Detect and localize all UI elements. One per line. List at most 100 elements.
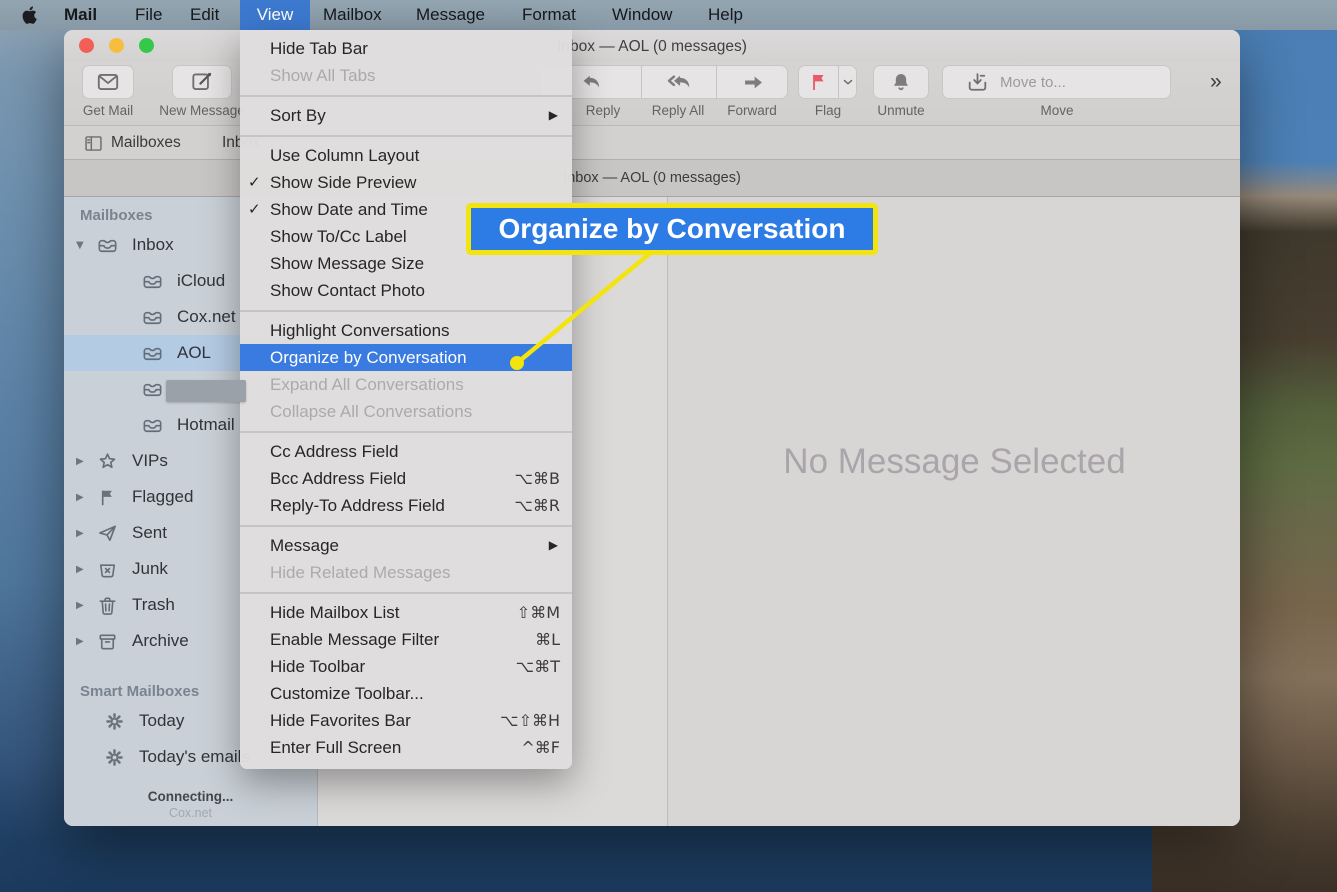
menu-item-bcc-address-field[interactable]: Bcc Address Field⌥⌘B: [240, 465, 572, 492]
menu-edit[interactable]: Edit: [190, 0, 219, 30]
zoom-button[interactable]: [139, 38, 154, 53]
menu-separator: [240, 304, 572, 317]
menu-item-expand-all-conversations: Expand All Conversations: [240, 371, 572, 398]
menu-item-label: Show All Tabs: [270, 66, 376, 85]
disclosure-closed-icon[interactable]: ▶: [76, 600, 90, 611]
menu-item-message[interactable]: Message ▶: [240, 532, 572, 559]
menu-item-label: Cc Address Field: [270, 442, 399, 461]
flag-label: Flag: [815, 103, 841, 118]
sidebar-item-label: VIPs: [132, 451, 168, 471]
menu-item-show-contact-photo[interactable]: Show Contact Photo: [240, 277, 572, 304]
forward-button[interactable]: [717, 66, 789, 98]
menu-item-label: Enable Message Filter: [270, 630, 439, 649]
unmute-label: Unmute: [877, 103, 924, 118]
menu-view[interactable]: View: [240, 0, 310, 30]
menu-item-label: Expand All Conversations: [270, 375, 464, 394]
inbox-tray-icon: [141, 270, 164, 293]
sidebar-item-label: Trash: [132, 595, 175, 615]
new-message-label: New Message: [159, 103, 245, 118]
unmute-button[interactable]: [873, 65, 929, 99]
submenu-arrow-icon: ▶: [549, 532, 558, 559]
menu-item-sort-by[interactable]: Sort By▶: [240, 102, 572, 129]
sidebar-item-label: Sent: [132, 523, 167, 543]
flag-dropdown-button[interactable]: [839, 66, 857, 98]
sidebar-item-label: Hotmail: [177, 415, 235, 435]
menu-file[interactable]: File: [135, 0, 162, 30]
menu-separator: [240, 586, 572, 599]
menu-item-label: Hide Toolbar: [270, 657, 365, 676]
move-to-button[interactable]: Move to...: [942, 65, 1171, 99]
menu-window[interactable]: Window: [612, 0, 672, 30]
sidebar-item-label: Today: [139, 711, 184, 731]
menu-message[interactable]: Message: [416, 0, 485, 30]
menu-item-label: Highlight Conversations: [270, 321, 450, 340]
sidebar-item-label: Flagged: [132, 487, 193, 507]
menu-item-label: Hide Tab Bar: [270, 39, 368, 58]
toolbar-overflow-button[interactable]: »: [1210, 70, 1219, 94]
menu-item-cc-address-field[interactable]: Cc Address Field: [240, 438, 572, 465]
menu-item-highlight-conversations[interactable]: Highlight Conversations: [240, 317, 572, 344]
move-label: Move: [1040, 103, 1073, 118]
menu-item-label: Reply-To Address Field: [270, 496, 445, 515]
menu-help[interactable]: Help: [708, 0, 743, 30]
shortcut-label: ⌘L: [535, 626, 560, 653]
flag-icon[interactable]: [799, 66, 838, 98]
new-message-button[interactable]: [172, 65, 232, 99]
disclosure-closed-icon[interactable]: ▶: [76, 492, 90, 503]
menu-mailbox[interactable]: Mailbox: [323, 0, 382, 30]
sidebar-item-label: iCloud: [177, 271, 225, 291]
menu-item-label: Collapse All Conversations: [270, 402, 472, 421]
disclosure-closed-icon[interactable]: ▶: [76, 456, 90, 467]
menu-item-hide-tab-bar[interactable]: Hide Tab Bar: [240, 35, 572, 62]
reply-all-button[interactable]: [642, 66, 716, 98]
menu-separator: [240, 519, 572, 532]
get-mail-button[interactable]: [82, 65, 134, 99]
menu-bar: Mail File Edit View Mailbox Message Form…: [0, 0, 1337, 30]
chevron-down-icon: [841, 75, 855, 89]
paper-plane-icon: [96, 522, 119, 545]
flag-button[interactable]: [798, 65, 857, 99]
shortcut-label: ^⌘F: [521, 734, 560, 761]
sidebar-item-label: Archive: [132, 631, 189, 651]
menu-item-label: Enter Full Screen: [270, 738, 401, 757]
minimize-button[interactable]: [109, 38, 124, 53]
menu-item-hide-toolbar[interactable]: Hide Toolbar ⌥⌘T: [240, 653, 572, 680]
menu-item-customize-toolbar[interactable]: Customize Toolbar...: [240, 680, 572, 707]
star-icon: [96, 450, 119, 473]
disclosure-closed-icon[interactable]: ▶: [76, 636, 90, 647]
disclosure-closed-icon[interactable]: ▶: [76, 564, 90, 575]
menu-item-hide-mailbox-list[interactable]: Hide Mailbox List⇧⌘M: [240, 599, 572, 626]
menu-item-organize-by-conversation[interactable]: Organize by Conversation: [240, 344, 572, 371]
menu-item-label: Use Column Layout: [270, 146, 419, 165]
envelope-icon: [95, 69, 121, 95]
menu-mail[interactable]: Mail: [64, 0, 97, 30]
redacted-account-name: [166, 380, 246, 402]
favorites-mailboxes[interactable]: Mailboxes: [83, 126, 181, 160]
menu-format[interactable]: Format: [522, 0, 576, 30]
menu-item-enter-full-screen[interactable]: Enter Full Screen ^⌘F: [240, 734, 572, 761]
callout-organize-by-conversation: Organize by Conversation: [466, 203, 878, 255]
traffic-lights: [79, 38, 154, 53]
bell-icon: [889, 70, 913, 94]
apple-menu-icon[interactable]: [22, 5, 39, 25]
disclosure-closed-icon[interactable]: ▶: [76, 528, 90, 539]
menu-item-enable-message-filter[interactable]: Enable Message Filter ⌘L: [240, 626, 572, 653]
gear-icon: [103, 746, 126, 769]
sidebar-item-label: Today's emails: [139, 747, 250, 767]
menu-item-show-side-preview[interactable]: ✓Show Side Preview: [240, 169, 572, 196]
menu-item-hide-favorites-bar[interactable]: Hide Favorites Bar⌥⇧⌘H: [240, 707, 572, 734]
menu-item-show-all-tabs: Show All Tabs: [240, 62, 572, 89]
callout-label: Organize by Conversation: [499, 213, 846, 245]
shortcut-label: ⌥⌘T: [516, 653, 560, 680]
archive-icon: [96, 630, 119, 653]
menu-item-reply-to-address-field[interactable]: Reply-To Address Field⌥⌘R: [240, 492, 572, 519]
disclosure-open-icon[interactable]: ▼: [76, 240, 90, 251]
no-message-selected-text: No Message Selected: [783, 442, 1125, 482]
menu-separator: [240, 89, 572, 102]
menu-item-use-column-layout[interactable]: Use Column Layout: [240, 142, 572, 169]
status-account: Cox.net: [64, 806, 317, 820]
close-button[interactable]: [79, 38, 94, 53]
menu-item-label: Message: [270, 536, 339, 555]
forward-icon: [740, 69, 767, 96]
sidebar-panel-icon: [83, 133, 104, 154]
